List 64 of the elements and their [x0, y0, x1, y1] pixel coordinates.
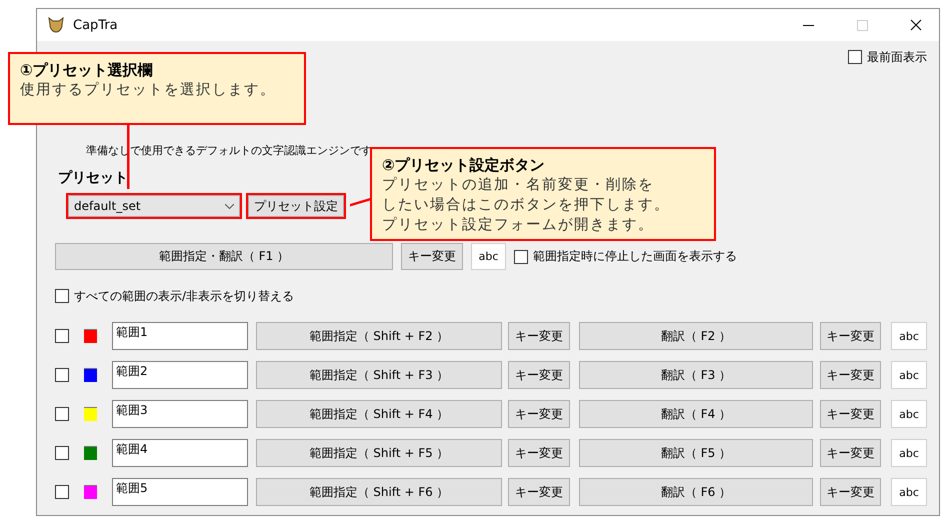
color-swatch[interactable] — [84, 368, 97, 382]
select-range-button[interactable]: 範囲指定（ Shift + F5 ） — [256, 439, 502, 467]
font-button[interactable]: abc — [891, 400, 927, 428]
checkbox[interactable] — [55, 485, 69, 499]
change-key-button[interactable]: キー変更 — [508, 400, 570, 428]
font-button[interactable]: abc — [891, 439, 927, 467]
select-range-button[interactable]: 範囲指定（ Shift + F2 ） — [256, 322, 502, 350]
close-icon — [910, 19, 922, 31]
change-key-button[interactable]: キー変更 — [508, 478, 570, 506]
color-swatch[interactable] — [84, 329, 97, 343]
callout-text: 使用するプリセットを選択します。 — [20, 80, 276, 100]
checkbox[interactable] — [514, 250, 528, 264]
callout-text: したい場合はこのボタンを押下します。 — [382, 196, 670, 215]
select-range-button[interactable]: 範囲指定（ Shift + F3 ） — [256, 361, 502, 389]
window-title: CapTra — [73, 18, 119, 32]
change-key-button[interactable]: キー変更 — [820, 439, 881, 467]
color-swatch[interactable] — [84, 485, 97, 499]
cat-icon — [47, 16, 65, 34]
translate-button[interactable]: 翻訳（ F3 ） — [579, 361, 813, 389]
change-key-button[interactable]: キー変更 — [820, 361, 881, 389]
preset-dropdown[interactable]: default_set — [68, 195, 240, 217]
callout-text: プリセット設定フォームが開きます。 — [382, 216, 654, 235]
change-key-button[interactable]: キー変更 — [508, 322, 570, 350]
checkbox-label: すべての範囲の表示/非表示を切り替える — [74, 288, 294, 304]
range-name-field[interactable]: 範囲1 — [112, 322, 248, 350]
change-key-button[interactable]: キー変更 — [508, 361, 570, 389]
callout-text: プリセットの追加・名前変更・削除を — [382, 176, 654, 195]
checkbox-label: 最前面表示 — [867, 48, 927, 66]
change-key-button[interactable]: キー変更 — [820, 478, 881, 506]
translate-button[interactable]: 翻訳（ F4 ） — [579, 400, 813, 428]
checkbox[interactable] — [55, 407, 69, 421]
checkbox[interactable] — [55, 329, 69, 343]
translate-button[interactable]: 翻訳（ F5 ） — [579, 439, 813, 467]
capture-translate-button[interactable]: 範囲指定・翻訳（ F1 ） — [55, 243, 393, 270]
preset-settings-button[interactable]: プリセット設定 — [248, 195, 344, 217]
range-name-field[interactable]: 範囲5 — [112, 478, 248, 506]
translate-button[interactable]: 翻訳（ F6 ） — [579, 478, 813, 506]
callout-title: ①プリセット選択欄 — [20, 60, 154, 80]
range-name-field[interactable]: 範囲3 — [112, 400, 248, 428]
select-range-button[interactable]: 範囲指定（ Shift + F4 ） — [256, 400, 502, 428]
change-key-button[interactable]: キー変更 — [820, 322, 881, 350]
translate-button[interactable]: 翻訳（ F2 ） — [579, 322, 813, 350]
minimize-icon — [802, 24, 814, 26]
checkbox[interactable] — [55, 289, 69, 303]
checkbox[interactable] — [848, 50, 862, 64]
checkbox-label: 範囲指定時に停止した画面を表示する — [533, 248, 737, 265]
range-name-field[interactable]: 範囲2 — [112, 361, 248, 389]
change-key-button[interactable]: キー変更 — [508, 439, 570, 467]
select-range-button[interactable]: 範囲指定（ Shift + F6 ） — [256, 478, 502, 506]
checkbox[interactable] — [55, 368, 69, 382]
font-button[interactable]: abc — [471, 243, 506, 270]
maximize-icon — [856, 20, 868, 30]
font-button[interactable]: abc — [891, 478, 927, 506]
color-swatch[interactable] — [84, 446, 97, 460]
color-swatch[interactable] — [84, 407, 97, 421]
callout-title: ②プリセット設定ボタン — [382, 155, 546, 175]
section-label: プリセット — [58, 169, 128, 187]
chevron-down-icon — [225, 204, 234, 208]
change-key-button[interactable]: キー変更 — [401, 243, 463, 270]
font-button[interactable]: abc — [891, 322, 927, 350]
checkbox[interactable] — [55, 446, 69, 460]
range-name-field[interactable]: 範囲4 — [112, 439, 248, 467]
change-key-button[interactable]: キー変更 — [820, 400, 881, 428]
font-button[interactable]: abc — [891, 361, 927, 389]
